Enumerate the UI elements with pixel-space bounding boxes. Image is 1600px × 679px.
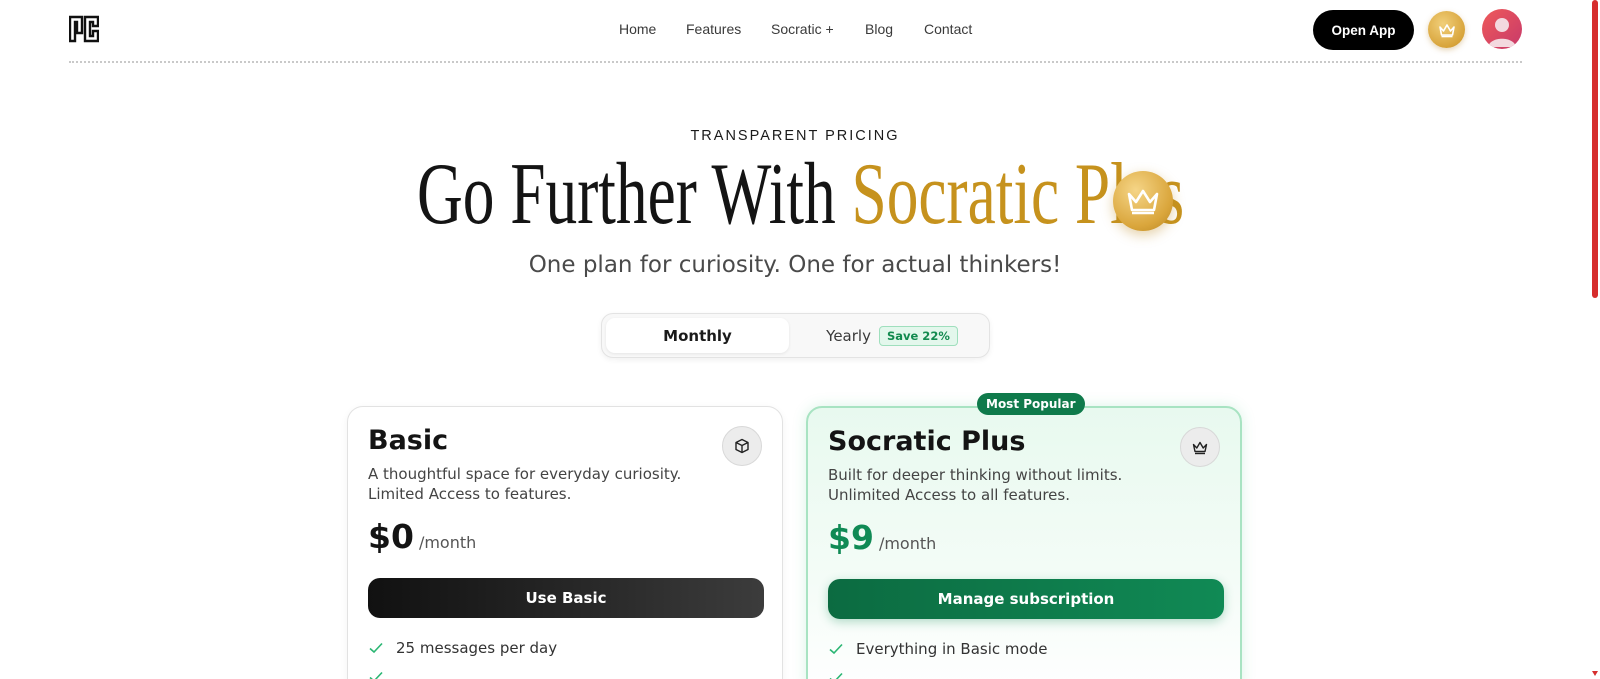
nav-link-home[interactable]: Home [619, 21, 656, 37]
feature-item: Everything in Basic mode [828, 640, 1047, 658]
feature-item: 25 messages per day [368, 639, 557, 657]
page-title: Go Further With Socratic Plus [417, 150, 1184, 240]
nav-link-blog[interactable]: Blog [865, 21, 893, 37]
nav-link-contact[interactable]: Contact [924, 21, 972, 37]
hero-subtitle: One plan for curiosity. One for actual t… [528, 252, 1062, 278]
scrollbar[interactable] [1590, 0, 1600, 300]
check-icon [369, 671, 383, 679]
price-amount: $0 [368, 517, 414, 556]
crown-icon [1180, 427, 1220, 467]
crown-icon [1113, 171, 1173, 231]
use-basic-button[interactable]: Use Basic [368, 578, 764, 618]
headline-dark-text: Go Further With [417, 146, 836, 243]
billing-toggle: Monthly Yearly Save 22% [601, 313, 990, 358]
manage-subscription-button[interactable]: Manage subscription [828, 579, 1224, 619]
plan-description: Built for deeper thinking without limits… [828, 466, 1123, 504]
yearly-label: Yearly [826, 326, 871, 345]
price-unit: /month [878, 534, 937, 553]
price-unit: /month [418, 533, 477, 552]
monthly-label: Monthly [663, 326, 732, 345]
yearly-option[interactable]: Yearly Save 22% [802, 318, 982, 353]
scroll-down-icon[interactable] [1592, 671, 1598, 676]
nav-divider [69, 61, 1522, 63]
monthly-option[interactable]: Monthly [606, 318, 789, 353]
feature-item-partial [828, 670, 856, 679]
check-icon [829, 672, 843, 679]
plan-title: Socratic Plus [828, 426, 1026, 457]
price-amount: $9 [828, 518, 874, 557]
plan-price: $9 /month [828, 518, 936, 557]
most-popular-badge: Most Popular [977, 393, 1085, 415]
save-badge: Save 22% [878, 325, 958, 346]
plan-card-basic: Basic A thoughtful space for everyday cu… [347, 406, 783, 679]
top-navbar: Home Features Socratic + Blog Contact Op… [0, 0, 1600, 63]
avatar[interactable] [1482, 9, 1522, 49]
feature-item-partial [368, 669, 396, 679]
nav-link-socratic-plus[interactable]: Socratic + [771, 21, 834, 37]
check-icon [829, 643, 843, 655]
feature-label: 25 messages per day [396, 639, 558, 657]
plan-card-socratic-plus: Socratic Plus Built for deeper thinking … [806, 406, 1242, 679]
plan-title: Basic [368, 425, 449, 456]
pricing-eyebrow: TRANSPARENT PRICING [690, 128, 900, 144]
plan-price: $0 /month [368, 517, 476, 556]
nav-link-features[interactable]: Features [686, 21, 741, 37]
scrollbar-thumb[interactable] [1592, 0, 1598, 298]
plan-description: A thoughtful space for everyday curiosit… [368, 465, 682, 503]
check-icon [369, 642, 383, 654]
crown-icon[interactable] [1428, 11, 1465, 48]
feature-label: Everything in Basic mode [856, 640, 1048, 658]
open-app-button[interactable]: Open App [1313, 10, 1414, 50]
box-icon [722, 426, 762, 466]
